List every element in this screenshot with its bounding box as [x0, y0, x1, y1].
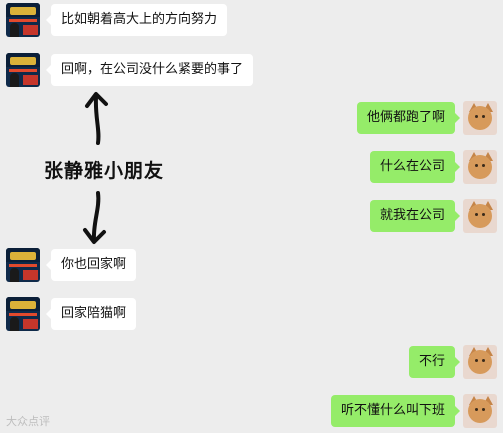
arrow-up-icon	[85, 92, 108, 145]
watermark: 大众点评	[6, 415, 50, 428]
annotation-label: 张静雅小朋友	[44, 160, 165, 182]
arrow-down-icon	[83, 191, 106, 244]
annotation-arrows	[83, 92, 108, 244]
